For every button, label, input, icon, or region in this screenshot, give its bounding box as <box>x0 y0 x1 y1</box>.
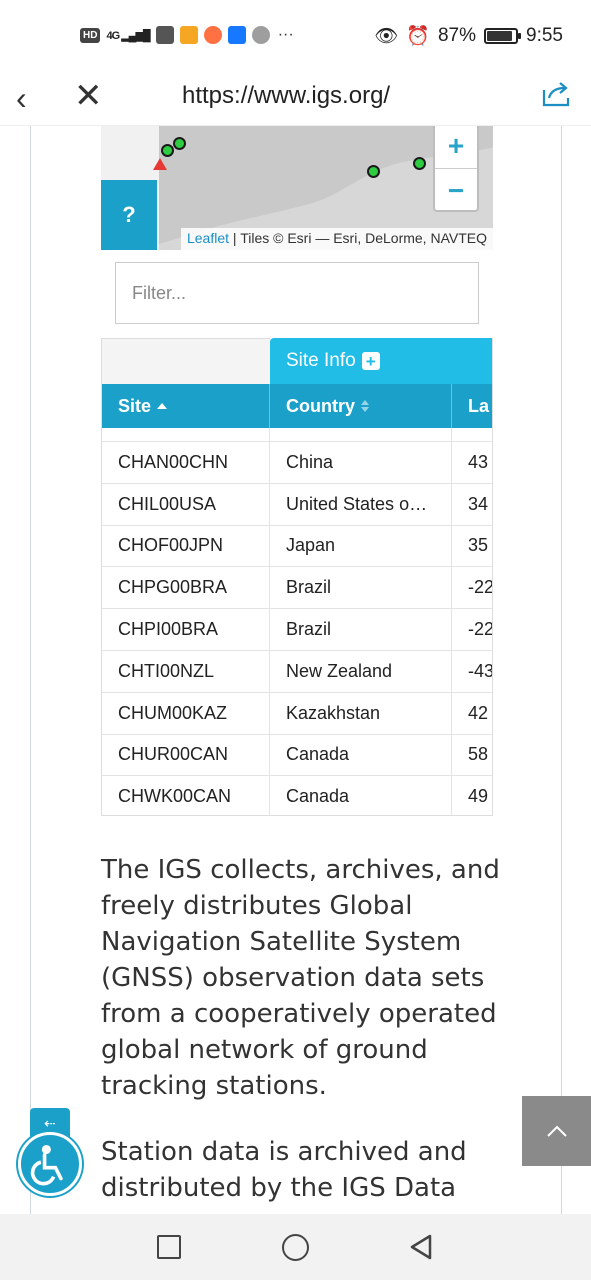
table-row[interactable]: CHIL00USA United States o… 34 <box>102 483 492 526</box>
latitude-cell: 34 <box>468 493 489 514</box>
sites-table: Site Info + Site Country La CHAN00CHN Chi… <box>101 338 493 816</box>
app-icon <box>251 26 270 44</box>
site-cell: CHTI00NZL <box>102 650 270 692</box>
latitude-cell: -22 <box>468 577 493 598</box>
accessibility-widget[interactable]: ⇠ <box>18 1108 82 1196</box>
intro-paragraph: The IGS collects, archives, and freely d… <box>101 855 500 1101</box>
leaflet-link[interactable]: Leaflet <box>187 230 229 246</box>
site-cell: CHIL00USA <box>102 483 270 525</box>
column-header-latitude[interactable]: La <box>452 384 492 428</box>
clock: 9:55 <box>526 25 563 46</box>
app-notification-icon <box>155 26 174 44</box>
site-cell: CHPI00BRA <box>102 609 270 650</box>
zoom-in-button[interactable]: + <box>435 126 477 168</box>
back-icon[interactable]: ‹ <box>16 80 27 116</box>
country-cell: Canada <box>270 734 452 776</box>
latitude-cell: -22 <box>468 619 493 640</box>
filter-box <box>115 262 479 324</box>
column-header-site[interactable]: Site <box>102 384 270 428</box>
alipay-icon <box>227 26 246 44</box>
status-icons-left: HD 4G ▂▄▆█ ··· <box>80 26 294 44</box>
filter-input[interactable] <box>116 263 478 323</box>
map-help-button[interactable]: ? <box>101 180 157 250</box>
site-cell: CHAN00CHN <box>102 442 270 483</box>
latitude-cell: 35 <box>468 535 489 556</box>
hd-icon: HD <box>80 27 101 43</box>
site-info-label: Site Info <box>286 350 356 371</box>
close-icon[interactable]: ✕ <box>74 78 103 114</box>
country-cell: Brazil <box>270 609 452 650</box>
sort-ascending-icon <box>157 403 168 409</box>
mail-icon <box>179 26 198 44</box>
site-info-toggle[interactable]: Site Info + <box>270 338 492 384</box>
latitude-cell: -43 <box>468 660 493 681</box>
zoom-control: + − <box>433 126 479 212</box>
status-icons-right: 👁 ⏰ 87% 9:55 <box>374 24 563 48</box>
nav-back-icon[interactable] <box>406 1232 436 1262</box>
country-cell: Canada <box>270 776 452 815</box>
system-nav-bar <box>0 1214 591 1280</box>
country-cell: Brazil <box>270 567 452 609</box>
table-body: CHAN00CHN China 43 CHIL00USA United States o… <box>102 442 493 815</box>
attribution-text: | Tiles © Esri — Esri, DeLorme, NAVTEQ <box>229 230 487 246</box>
sort-icon <box>361 400 369 412</box>
table-group-header: Site Info + <box>102 338 492 384</box>
station-marker[interactable] <box>173 137 186 150</box>
station-marker-alert[interactable] <box>153 158 167 170</box>
health-icon <box>203 26 222 44</box>
table-row[interactable]: CHTI00NZL New Zealand -43 <box>102 650 493 693</box>
url-text[interactable]: https://www.igs.org/ <box>182 82 390 110</box>
eye-icon: 👁 <box>374 26 399 47</box>
page-content: + − ? Leaflet | Tiles © Esri — Esri, DeL… <box>30 126 562 1214</box>
country-cell: New Zealand <box>270 650 452 692</box>
chevron-up-icon <box>546 1125 567 1137</box>
browser-toolbar: ‹ ✕ https://www.igs.org/ <box>0 72 591 126</box>
table-row[interactable]: CHUM00KAZ Kazakhstan 42 <box>102 692 492 735</box>
home-icon[interactable] <box>282 1234 309 1261</box>
site-cell: CHUM00KAZ <box>102 692 270 734</box>
country-cell: Kazakhstan <box>270 692 452 734</box>
site-cell: CHPG00BRA <box>102 567 270 609</box>
station-marker[interactable] <box>367 165 380 178</box>
country-cell: Japan <box>270 525 452 567</box>
scroll-to-top-button[interactable] <box>522 1096 591 1166</box>
site-cell: CHWK00CAN <box>102 776 270 815</box>
site-cell: CHOF00JPN <box>102 525 270 567</box>
station-marker[interactable] <box>161 144 174 157</box>
table-row[interactable]: CHUR00CAN Canada 58 <box>102 734 492 777</box>
table-header: Site Country La <box>102 384 492 428</box>
share-icon[interactable] <box>541 80 573 108</box>
site-cell: CHUR00CAN <box>102 734 270 776</box>
table-row-partial <box>102 428 492 442</box>
table-row[interactable]: CHOF00JPN Japan 35 <box>102 525 492 568</box>
alarm-icon: ⏰ <box>406 26 430 47</box>
station-marker[interactable] <box>413 157 426 170</box>
latitude-cell: 42 <box>468 702 489 723</box>
status-bar: HD 4G ▂▄▆█ ··· 👁 ⏰ 87% 9:55 <box>0 0 591 72</box>
table-row[interactable]: CHPG00BRA Brazil -22 <box>102 567 493 610</box>
recent-apps-icon[interactable] <box>157 1235 181 1259</box>
group-header-empty <box>102 338 270 384</box>
station-map[interactable]: + − ? Leaflet | Tiles © Esri — Esri, DeL… <box>101 126 493 250</box>
more-notifications-icon: ··· <box>277 26 294 43</box>
country-cell: China <box>270 442 452 483</box>
latitude-cell: 49 <box>468 786 489 807</box>
column-header-country[interactable]: Country <box>270 384 452 428</box>
accessibility-icon[interactable] <box>18 1132 82 1196</box>
battery-icon <box>484 28 522 44</box>
signal-icon: 4G ▂▄▆█ <box>106 29 150 42</box>
map-attribution: Leaflet | Tiles © Esri — Esri, DeLorme, … <box>180 228 493 250</box>
latitude-cell: 43 <box>468 451 489 472</box>
latitude-cell: 58 <box>468 744 489 765</box>
country-cell: United States o… <box>270 483 452 525</box>
zoom-out-button[interactable]: − <box>435 168 477 212</box>
battery-percent: 87% <box>437 25 477 46</box>
archive-paragraph: Station data is archived and distributed… <box>101 1137 467 1203</box>
plus-icon: + <box>361 352 380 370</box>
table-row[interactable]: CHWK00CAN Canada 49 <box>102 776 492 815</box>
table-row[interactable]: CHAN00CHN China 43 <box>102 442 492 484</box>
table-row[interactable]: CHPI00BRA Brazil -22 <box>102 609 493 651</box>
